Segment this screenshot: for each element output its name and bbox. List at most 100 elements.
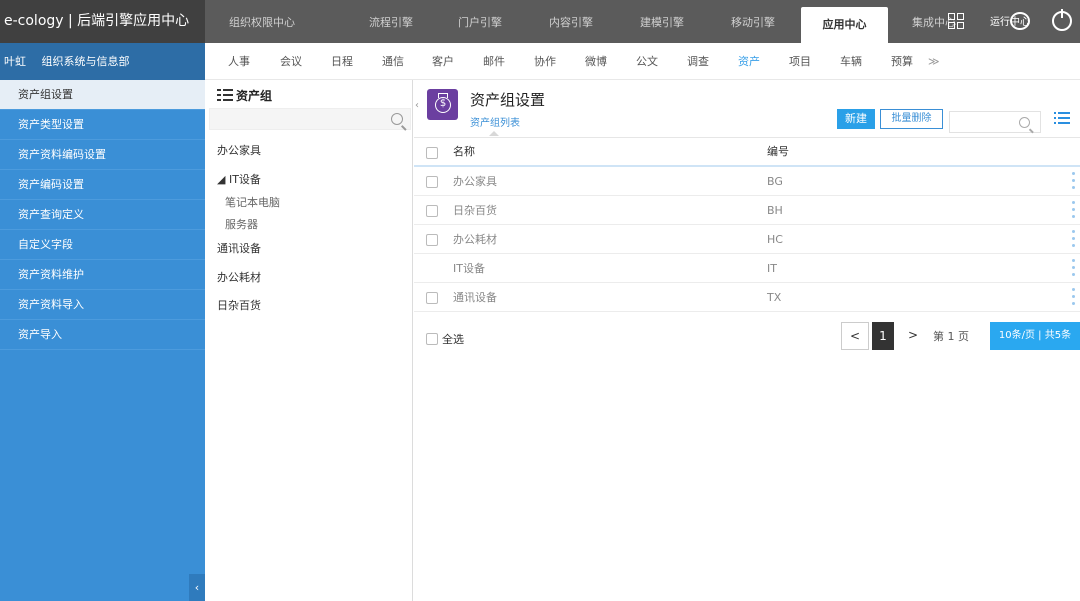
module-tab-survey[interactable]: 调查 <box>687 43 709 80</box>
tree-node-telecom[interactable]: 通讯设备 <box>217 240 261 256</box>
topnav-app-center[interactable]: 应用中心 <box>801 7 888 43</box>
sidebar-item-asset-type[interactable]: 资产类型设置 <box>0 110 205 140</box>
tree-search-input[interactable] <box>209 108 411 130</box>
module-tab-schedule[interactable]: 日程 <box>331 43 353 80</box>
cell-code: HC <box>767 233 783 246</box>
main-panel: ‹ 资产组设置 资产组列表 新建 批量删除 名称 编号 办公家具 BG 日杂百货… <box>414 80 1080 601</box>
user-bar: 叶虹 组织系统与信息部 <box>0 43 205 80</box>
module-tab-hr[interactable]: 人事 <box>228 43 250 80</box>
sidebar-item-asset-import[interactable]: 资产导入 <box>0 320 205 350</box>
more-modules-icon[interactable]: ≫ <box>928 43 940 80</box>
tree-node-consumables[interactable]: 办公耗材 <box>217 269 261 285</box>
sidebar-item-custom-field[interactable]: 自定义字段 <box>0 230 205 260</box>
current-page[interactable]: 1 <box>872 322 894 350</box>
cell-code: BG <box>767 175 783 188</box>
select-all-checkbox[interactable] <box>426 333 438 345</box>
new-button[interactable]: 新建 <box>837 109 875 129</box>
tree-panel: 资产组 办公家具 ◢ IT设备 笔记本电脑 服务器 通讯设备 办公耗材 日杂百货 <box>205 80 413 601</box>
table-row[interactable]: 办公耗材 HC <box>414 225 1080 254</box>
module-tabs: 人事 会议 日程 通信 客户 邮件 协作 微博 公文 调查 资产 项目 车辆 预… <box>205 43 1080 80</box>
tree-title-text: 资产组 <box>236 89 273 103</box>
cell-code: IT <box>767 262 777 275</box>
module-tab-project[interactable]: 项目 <box>789 43 811 80</box>
module-tab-collab[interactable]: 协作 <box>534 43 556 80</box>
cell-name: 通讯设备 <box>453 291 497 304</box>
tree-list-icon <box>217 89 233 101</box>
sidebar: 资产组设置 资产类型设置 资产资料编码设置 资产编码设置 资产查询定义 自定义字… <box>0 80 205 601</box>
run-center-icon[interactable] <box>1010 12 1030 30</box>
module-tab-assets[interactable]: 资产 <box>738 43 760 80</box>
cell-name: 日杂百货 <box>453 204 497 217</box>
table-row[interactable]: IT设备 IT <box>414 254 1080 283</box>
sidebar-item-query-def[interactable]: 资产查询定义 <box>0 200 205 230</box>
row-checkbox[interactable] <box>426 292 438 304</box>
col-header-name[interactable]: 名称 <box>453 138 475 166</box>
table-header: 名称 编号 <box>414 137 1080 167</box>
row-more-icon[interactable] <box>1072 230 1076 250</box>
sidebar-item-asset-group[interactable]: 资产组设置 <box>0 80 205 110</box>
search-icon[interactable] <box>391 113 403 125</box>
tree-node-server[interactable]: 服务器 <box>225 216 258 232</box>
topnav-content[interactable]: 内容引擎 <box>549 0 593 43</box>
topnav-mobile[interactable]: 移动引擎 <box>731 0 775 43</box>
module-tab-comm[interactable]: 通信 <box>382 43 404 80</box>
row-checkbox[interactable] <box>426 176 438 188</box>
row-checkbox[interactable] <box>426 205 438 217</box>
module-tab-customer[interactable]: 客户 <box>432 43 454 80</box>
topnav-org[interactable]: 组织权限中心 <box>229 0 295 43</box>
grid-icon[interactable] <box>948 13 966 31</box>
page-subtitle-tab[interactable]: 资产组列表 <box>470 114 520 129</box>
asset-group-table: 名称 编号 办公家具 BG 日杂百货 BH 办公耗材 HC IT设备 IT 通讯… <box>414 137 1080 312</box>
expand-tree-icon[interactable]: ‹ <box>415 100 419 111</box>
tree-node-furniture[interactable]: 办公家具 <box>217 142 261 158</box>
cell-name: IT设备 <box>453 262 485 275</box>
module-tab-meeting[interactable]: 会议 <box>280 43 302 80</box>
table-row[interactable]: 通讯设备 TX <box>414 283 1080 312</box>
sidebar-item-material-code[interactable]: 资产资料编码设置 <box>0 140 205 170</box>
sidebar-item-material-import[interactable]: 资产资料导入 <box>0 290 205 320</box>
tree-node-it[interactable]: ◢ IT设备 <box>217 171 261 187</box>
topnav-modeling[interactable]: 建模引擎 <box>640 0 684 43</box>
table-row[interactable]: 日杂百货 BH <box>414 196 1080 225</box>
row-more-icon[interactable] <box>1072 172 1076 192</box>
brand-title: e-cology | 后端引擎应用中心 <box>0 0 205 43</box>
module-tab-budget[interactable]: 预算 <box>891 43 913 80</box>
header-checkbox[interactable] <box>426 147 438 159</box>
row-more-icon[interactable] <box>1072 259 1076 279</box>
money-bag-icon <box>427 89 458 120</box>
search-input[interactable] <box>949 111 1041 133</box>
tab-indicator <box>489 131 499 136</box>
topnav-portal[interactable]: 门户引擎 <box>458 0 502 43</box>
user-dept: 组织系统与信息部 <box>41 55 130 68</box>
tree-node-laptop[interactable]: 笔记本电脑 <box>225 194 280 210</box>
cell-code: TX <box>767 291 782 304</box>
top-bar: e-cology | 后端引擎应用中心 组织权限中心 流程引擎 门户引擎 内容引… <box>0 0 1080 43</box>
menu-list-icon[interactable] <box>1054 111 1070 125</box>
search-icon[interactable] <box>1019 117 1030 128</box>
select-all-label[interactable]: 全选 <box>442 333 464 346</box>
row-more-icon[interactable] <box>1072 288 1076 308</box>
row-checkbox[interactable] <box>426 234 438 246</box>
page-size-select[interactable]: 10条/页 | 共5条 <box>990 322 1080 350</box>
sidebar-item-material-maintain[interactable]: 资产资料维护 <box>0 260 205 290</box>
user-name: 叶虹 <box>4 55 26 68</box>
power-icon[interactable] <box>1052 9 1072 31</box>
batch-delete-button[interactable]: 批量删除 <box>880 109 943 129</box>
module-tab-weibo[interactable]: 微博 <box>585 43 607 80</box>
page-title: 资产组设置 <box>470 91 546 109</box>
tree-node-sundries[interactable]: 日杂百货 <box>217 297 261 313</box>
module-tab-vehicle[interactable]: 车辆 <box>840 43 862 80</box>
module-tab-document[interactable]: 公文 <box>636 43 658 80</box>
col-header-code[interactable]: 编号 <box>767 138 789 166</box>
page-indicator: 第 1 页 <box>933 330 969 343</box>
row-more-icon[interactable] <box>1072 201 1076 221</box>
topnav-workflow[interactable]: 流程引擎 <box>369 0 413 43</box>
sidebar-item-asset-code[interactable]: 资产编码设置 <box>0 170 205 200</box>
sidebar-collapse-button[interactable]: ‹ <box>189 574 205 601</box>
table-row[interactable]: 办公家具 BG <box>414 167 1080 196</box>
module-tab-mail[interactable]: 邮件 <box>483 43 505 80</box>
cell-name: 办公耗材 <box>453 233 497 246</box>
prev-page-button[interactable]: < <box>841 322 869 350</box>
cell-code: BH <box>767 204 783 217</box>
select-all[interactable]: 全选 <box>426 331 464 347</box>
